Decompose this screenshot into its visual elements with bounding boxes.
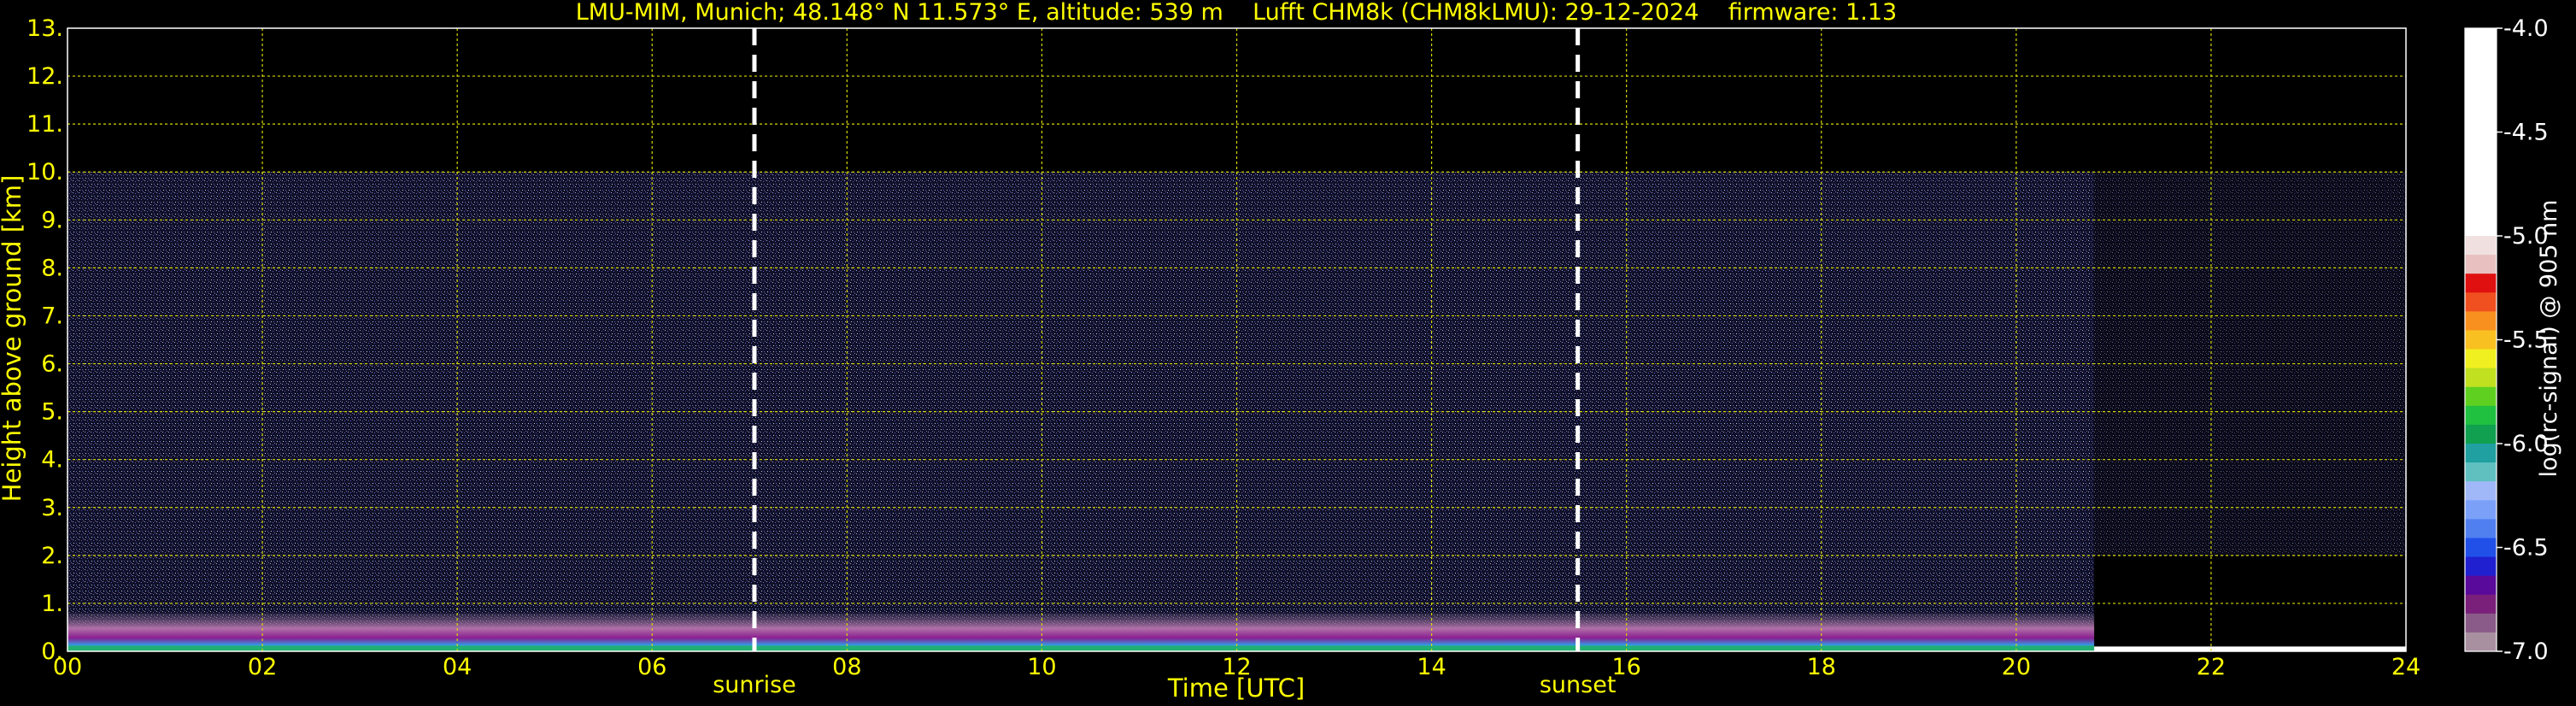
y-tick-label: 13. <box>26 15 63 42</box>
colorbar-segment <box>2465 349 2497 369</box>
chart-title: LMU-MIM, Munich; 48.148° N 11.573° E, al… <box>576 0 1897 26</box>
x-tick-label: 08 <box>832 654 861 680</box>
colorbar-segment <box>2465 444 2497 463</box>
x-tick-label: 14 <box>1417 654 1446 680</box>
x-tick-label: 04 <box>443 654 472 680</box>
y-tick-label: 2. <box>41 543 63 569</box>
sunset-label: sunset <box>1540 672 1617 698</box>
colorbar-segment <box>2465 462 2497 482</box>
colorbar-segment <box>2465 405 2497 426</box>
colorbar-segment <box>2465 274 2497 293</box>
plot-area <box>67 27 2407 652</box>
y-tick-label: 5. <box>41 399 63 426</box>
x-tick-label: 16 <box>1611 654 1640 680</box>
colorbar <box>2464 27 2497 652</box>
y-tick-label: 10. <box>26 159 63 185</box>
y-tick-label: 3. <box>41 495 63 521</box>
colorbar-segment <box>2465 594 2497 615</box>
y-tick-label: 7. <box>41 303 63 329</box>
ceilometer-chart: 0.1.2.3.4.5.6.7.8.9.10.11.12.13. 00 02 04 0… <box>0 0 2576 706</box>
y-tick-label: 8. <box>41 255 63 281</box>
x-tick-label: 06 <box>637 654 666 680</box>
colorbar-segment <box>2465 255 2497 274</box>
x-tick-label: 18 <box>1807 654 1836 680</box>
sunrise-label: sunrise <box>713 672 796 698</box>
colorbar-segment <box>2465 330 2497 350</box>
x-tick-label: 10 <box>1027 654 1056 680</box>
colorbar-segment <box>2465 632 2497 652</box>
x-tick-label: 22 <box>2197 654 2226 680</box>
colorbar-segment <box>2465 236 2497 256</box>
colorbar-tick-label: -4.0 <box>2503 15 2549 42</box>
colorbar-segment <box>2465 538 2497 558</box>
x-tick-label: 02 <box>248 654 277 680</box>
x-tick-label: 20 <box>2002 654 2031 680</box>
colorbar-segment <box>2465 386 2497 407</box>
y-tick-label: 6. <box>41 351 63 378</box>
y-tick-label: 12. <box>26 63 63 90</box>
colorbar-segment <box>2465 424 2497 444</box>
colorbar-segment <box>2465 519 2497 539</box>
colorbar-tick-label: -7.0 <box>2503 638 2549 665</box>
y-tick-label: 9. <box>41 207 63 233</box>
colorbar-tick-label: -6.5 <box>2503 535 2549 562</box>
colorbar-segment <box>2465 292 2497 312</box>
x-axis-label: Time [UTC] <box>1167 674 1305 703</box>
y-tick-label: 1. <box>41 591 63 617</box>
colorbar-segment <box>2465 311 2497 332</box>
colorbar-tick-label: -4.5 <box>2503 120 2549 146</box>
colorbar-segment <box>2465 481 2497 501</box>
colorbar-segment <box>2465 556 2497 577</box>
y-tick-label: 4. <box>41 447 63 474</box>
colorbar-segment <box>2465 28 2497 238</box>
colorbar-label: log(rc-signal) @ 905 nm <box>2536 200 2562 478</box>
late-ground-signal <box>2094 646 2406 651</box>
ground-signal-band <box>67 645 2095 651</box>
y-tick-label: 11. <box>26 111 63 138</box>
colorbar-segment <box>2465 613 2497 633</box>
x-tick-label: 00 <box>53 654 82 680</box>
x-tick-label: 24 <box>2391 654 2421 680</box>
colorbar-segment <box>2465 500 2497 520</box>
colorbar-segment <box>2465 575 2497 596</box>
colorbar-segment <box>2465 368 2497 388</box>
y-axis-label: Height above ground [km] <box>0 175 26 503</box>
